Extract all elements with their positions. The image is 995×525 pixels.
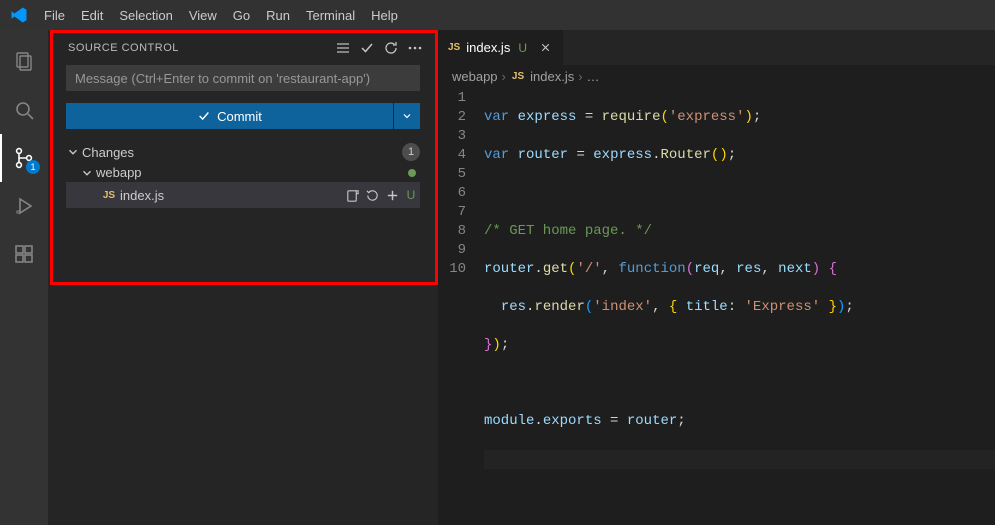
line-number: 4 xyxy=(438,146,466,165)
line-number: 7 xyxy=(438,203,466,222)
changes-section-header[interactable]: Changes 1 xyxy=(66,141,420,163)
line-number: 6 xyxy=(438,184,466,203)
commit-message-input[interactable] xyxy=(66,65,420,91)
menu-view[interactable]: View xyxy=(181,4,225,27)
chevron-right-icon: › xyxy=(502,69,506,84)
source-control-header: SOURCE CONTROL xyxy=(48,30,438,65)
commit-button[interactable]: Commit xyxy=(66,103,393,129)
breadcrumb-file[interactable]: index.js xyxy=(530,69,574,84)
js-file-icon: JS xyxy=(100,190,118,201)
code-content[interactable]: var express = require('express'); var ro… xyxy=(484,89,995,525)
activity-bar: 1 xyxy=(0,30,48,525)
folder-name: webapp xyxy=(96,165,408,180)
menu-file[interactable]: File xyxy=(36,4,73,27)
discard-changes-icon[interactable] xyxy=(362,185,382,205)
chevron-down-icon xyxy=(66,145,82,159)
editor-tabbar: JS index.js U xyxy=(438,30,995,65)
tab-index-js[interactable]: JS index.js U xyxy=(438,30,564,65)
line-number-gutter: 12345678910 xyxy=(438,89,484,525)
changes-folder-row[interactable]: webapp xyxy=(66,163,420,182)
scm-badge: 1 xyxy=(26,160,40,174)
file-status-badge: U xyxy=(402,188,420,202)
more-actions-icon[interactable] xyxy=(404,37,426,59)
menu-edit[interactable]: Edit xyxy=(73,4,111,27)
menu-run[interactable]: Run xyxy=(258,4,298,27)
js-file-icon: JS xyxy=(448,42,460,53)
menu-selection[interactable]: Selection xyxy=(111,4,180,27)
code-editor[interactable]: 12345678910 var express = require('expre… xyxy=(438,87,995,525)
stage-changes-icon[interactable] xyxy=(382,185,402,205)
activity-explorer[interactable] xyxy=(0,38,48,86)
chevron-down-icon xyxy=(80,166,96,180)
editor-region: JS index.js U webapp › JS index.js › … 1… xyxy=(438,30,995,525)
vscode-logo-icon xyxy=(10,6,28,24)
changed-file-row[interactable]: JS index.js U xyxy=(66,182,420,208)
changed-file-name: index.js xyxy=(118,188,342,203)
line-number: 9 xyxy=(438,241,466,260)
tab-file-name: index.js xyxy=(466,40,510,55)
open-file-icon[interactable] xyxy=(342,185,362,205)
commit-dropdown-button[interactable] xyxy=(394,103,420,129)
source-control-title: SOURCE CONTROL xyxy=(68,42,330,54)
breadcrumb-folder[interactable]: webapp xyxy=(452,69,498,84)
menu-help[interactable]: Help xyxy=(363,4,406,27)
line-number: 1 xyxy=(438,89,466,108)
activity-search[interactable] xyxy=(0,86,48,134)
menu-terminal[interactable]: Terminal xyxy=(298,4,363,27)
commit-icon[interactable] xyxy=(356,37,378,59)
menubar: File Edit Selection View Go Run Terminal… xyxy=(0,0,995,30)
line-number: 5 xyxy=(438,165,466,184)
changes-count-badge: 1 xyxy=(402,143,420,161)
line-number: 3 xyxy=(438,127,466,146)
tab-status-badge: U xyxy=(518,41,527,55)
line-number: 10 xyxy=(438,260,466,279)
activity-run-debug[interactable] xyxy=(0,182,48,230)
breadcrumb-trail: … xyxy=(587,69,600,84)
activity-source-control[interactable]: 1 xyxy=(0,134,48,182)
breadcrumbs[interactable]: webapp › JS index.js › … xyxy=(438,65,995,87)
source-control-panel: SOURCE CONTROL xyxy=(48,30,438,525)
js-file-icon: JS xyxy=(510,71,526,82)
close-tab-icon[interactable] xyxy=(537,39,555,57)
line-number: 2 xyxy=(438,108,466,127)
view-as-tree-icon[interactable] xyxy=(332,37,354,59)
line-number: 8 xyxy=(438,222,466,241)
activity-extensions[interactable] xyxy=(0,230,48,278)
folder-status-indicator xyxy=(408,169,416,177)
chevron-right-icon: › xyxy=(578,69,582,84)
menu-go[interactable]: Go xyxy=(225,4,258,27)
refresh-icon[interactable] xyxy=(380,37,402,59)
changes-label: Changes xyxy=(82,145,402,160)
commit-button-label: Commit xyxy=(217,109,262,124)
